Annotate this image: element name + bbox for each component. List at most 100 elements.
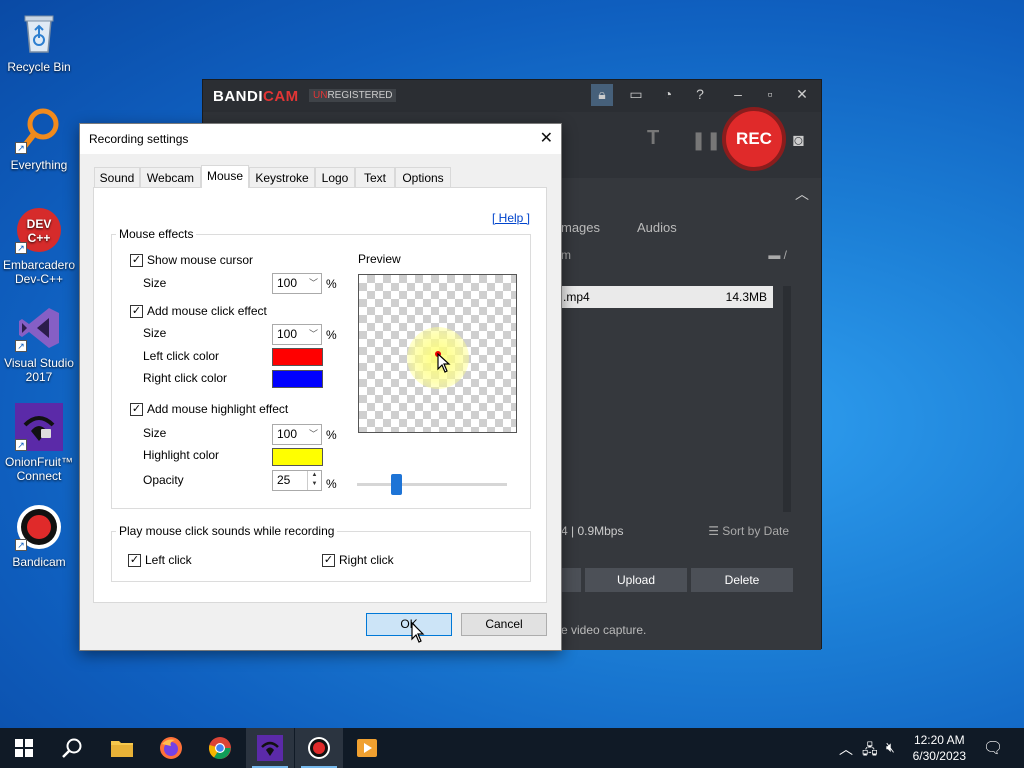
- right-click-sound-checkbox[interactable]: ✓ Right click: [322, 553, 394, 567]
- pause-icon[interactable]: ❚❚: [691, 130, 721, 151]
- show-cursor-checkbox[interactable]: ✓ Show mouse cursor: [130, 253, 253, 267]
- tab-sound[interactable]: Sound: [94, 167, 140, 188]
- percent-unit: %: [326, 428, 337, 442]
- windows-logo-icon: [15, 739, 33, 757]
- opacity-slider-thumb[interactable]: [391, 474, 402, 495]
- maximize-icon[interactable]: ▫: [759, 86, 781, 102]
- system-clock[interactable]: 12:20 AM 6/30/2023: [913, 732, 966, 764]
- desktop-icon-bandicam[interactable]: ↗ Bandicam: [1, 503, 77, 569]
- rec-button[interactable]: REC: [722, 107, 786, 171]
- tab-webcam[interactable]: Webcam: [140, 167, 201, 188]
- tab-mouse[interactable]: Mouse: [201, 165, 249, 188]
- opacity-spinner[interactable]: 25 ▲ ▼: [272, 470, 322, 491]
- dialog-titlebar: Recording settings ✕: [80, 124, 561, 154]
- path-suffix: /: [783, 248, 787, 262]
- desktop-icon-devcpp[interactable]: DEV C++ ↗ Embarcadero Dev-C++: [1, 206, 77, 286]
- highlight-size-select[interactable]: 100 ﹀: [272, 424, 322, 445]
- left-click-sound-checkbox[interactable]: ✓ Left click: [128, 553, 192, 567]
- clock-icon[interactable]: ◔: [657, 86, 679, 102]
- bandicam-taskbar-button[interactable]: [295, 728, 343, 768]
- left-click-sound-label: Left click: [145, 553, 192, 567]
- lock-icon[interactable]: 🔒︎: [591, 84, 613, 106]
- desktop-icon-everything[interactable]: ↗ Everything: [1, 106, 77, 172]
- tab-text[interactable]: Text: [355, 167, 395, 188]
- partial-button[interactable]: [561, 568, 581, 592]
- firefox-button[interactable]: [147, 728, 195, 768]
- delete-button[interactable]: Delete: [691, 568, 793, 592]
- unregistered-badge[interactable]: UNREGISTERED: [309, 89, 397, 102]
- percent-unit: %: [326, 477, 337, 491]
- minimize-icon[interactable]: –: [727, 86, 749, 102]
- text-tool-icon[interactable]: T: [647, 127, 659, 150]
- highlight-color-label: Highlight color: [143, 448, 220, 462]
- close-icon[interactable]: ✕: [791, 86, 813, 103]
- folder-icon[interactable]: ▭: [625, 86, 647, 103]
- folder-icon: [111, 741, 133, 757]
- show-cursor-label: Show mouse cursor: [147, 253, 254, 267]
- cursor-size-value: 100: [277, 276, 298, 290]
- left-click-color-label: Left click color: [143, 349, 220, 363]
- file-info-text: 4 | 0.9Mbps: [561, 524, 624, 538]
- desktop-icon-onionfruit[interactable]: ↗ OnionFruit™ Connect: [1, 403, 77, 483]
- desktop-icon-recycle-bin[interactable]: Recycle Bin: [1, 8, 77, 74]
- chevron-up-icon[interactable]: ︿: [839, 739, 853, 759]
- click-effect-checkbox[interactable]: ✓ Add mouse click effect: [130, 304, 267, 318]
- onionfruit-icon: [257, 735, 283, 761]
- checkbox-check-icon: ✓: [128, 553, 141, 567]
- cancel-button[interactable]: Cancel: [461, 613, 547, 636]
- checkbox-check-icon: ✓: [322, 553, 335, 567]
- desktop-icon-label: Recycle Bin: [7, 60, 71, 74]
- tab-options[interactable]: Options: [395, 167, 451, 188]
- opacity-label: Opacity: [143, 473, 184, 487]
- close-icon[interactable]: ✕: [540, 128, 553, 148]
- tab-logo[interactable]: Logo: [315, 167, 355, 188]
- desktop-icon-visual-studio[interactable]: ↗ Visual Studio 2017: [1, 304, 77, 384]
- bandicam-logo: BANDICAM: [213, 88, 299, 105]
- help-link[interactable]: [ Help ]: [492, 211, 530, 225]
- ok-button[interactable]: OK: [366, 613, 452, 636]
- right-click-color-swatch[interactable]: [272, 370, 323, 388]
- file-size: 14.3MB: [725, 290, 767, 304]
- desktop-icon-label: Bandicam: [12, 555, 66, 569]
- brand-part-b: CAM: [263, 88, 299, 105]
- spinner-arrows-icon[interactable]: ▲ ▼: [307, 471, 321, 490]
- click-size-value: 100: [277, 327, 298, 341]
- brand-part-a: BANDI: [213, 88, 263, 105]
- onionfruit-taskbar-button[interactable]: [246, 728, 294, 768]
- sort-by-date[interactable]: ☰ Sort by Date: [708, 524, 789, 538]
- chevron-up-icon[interactable]: ︿: [795, 184, 809, 204]
- notification-icon[interactable]: 🗨︎: [983, 738, 1003, 758]
- right-click-color-label: Right click color: [143, 371, 228, 385]
- upload-button[interactable]: Upload: [585, 568, 687, 592]
- media-player-icon: [357, 739, 377, 757]
- start-button[interactable]: [0, 728, 48, 768]
- onionfruit-icon: ↗: [15, 403, 63, 451]
- sort-label: Sort by Date: [722, 524, 789, 538]
- mouse-effects-label: Mouse effects: [119, 227, 194, 241]
- file-list-item[interactable]: .mp4 14.3MB: [561, 286, 773, 308]
- tab-keystroke[interactable]: Keystroke: [249, 167, 315, 188]
- help-icon[interactable]: ?: [689, 86, 711, 102]
- left-click-color-swatch[interactable]: [272, 348, 323, 366]
- camera-icon[interactable]: ◙: [793, 130, 804, 151]
- highlight-effect-checkbox[interactable]: ✓ Add mouse highlight effect: [130, 402, 288, 416]
- network-icon[interactable]: 🖧︎: [862, 739, 878, 763]
- preview-label: Preview: [358, 252, 401, 266]
- chrome-button[interactable]: [196, 728, 244, 768]
- click-size-select[interactable]: 100 ﹀: [272, 324, 322, 345]
- open-folder-icon[interactable]: ▬ /: [768, 248, 787, 262]
- file-explorer-button[interactable]: [98, 728, 146, 768]
- opacity-slider-track[interactable]: [357, 483, 507, 486]
- speaker-muted-icon[interactable]: 🔇︎: [886, 739, 895, 756]
- unregistered-suffix: REGISTERED: [327, 90, 393, 101]
- percent-unit: %: [326, 328, 337, 342]
- tab-audios[interactable]: Audios: [637, 220, 677, 235]
- opacity-value: 25: [277, 473, 291, 487]
- unregistered-prefix: UN: [313, 90, 328, 101]
- right-click-sound-label: Right click: [339, 553, 394, 567]
- media-player-button[interactable]: [343, 728, 391, 768]
- tab-images[interactable]: mages: [561, 220, 600, 235]
- cursor-size-select[interactable]: 100 ﹀: [272, 273, 322, 294]
- highlight-color-swatch[interactable]: [272, 448, 323, 466]
- search-button[interactable]: [48, 728, 96, 768]
